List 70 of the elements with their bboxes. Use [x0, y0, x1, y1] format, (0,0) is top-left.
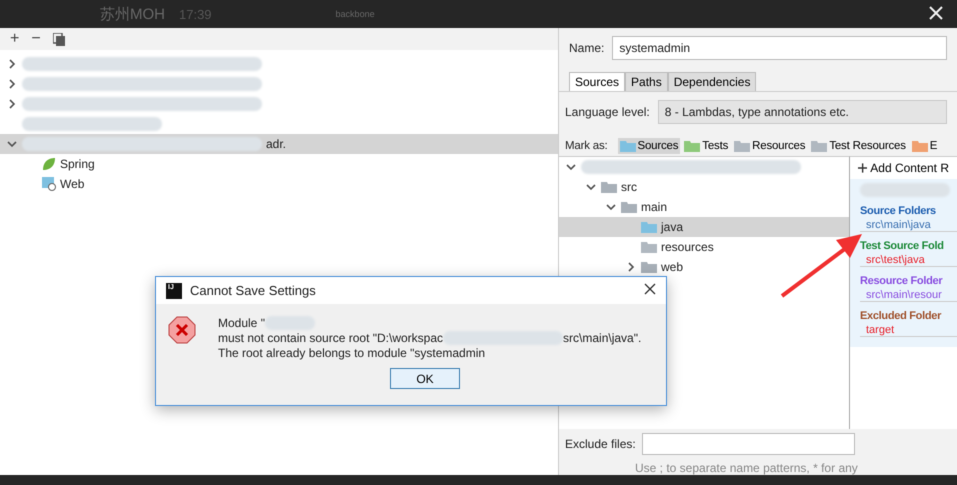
- root-path: src\main\resour: [860, 289, 957, 302]
- tree-row[interactable]: resources: [559, 237, 718, 257]
- exclude-files-label: Exclude files:: [565, 437, 636, 451]
- message-text: The root already belongs to module "systemadmin: [218, 346, 486, 360]
- tree-label: main: [641, 200, 668, 214]
- copy-icon[interactable]: [52, 32, 65, 46]
- root-title: Source Folders: [860, 205, 937, 217]
- add-button[interactable]: +: [10, 30, 20, 48]
- mark-as-label: Mark as:: [565, 140, 608, 152]
- root-path: src\main\java: [860, 219, 957, 232]
- tree-row[interactable]: main: [559, 197, 672, 217]
- add-content-root-button[interactable]: Add Content R: [850, 157, 957, 179]
- tree-label: src: [621, 180, 637, 194]
- root-title: Test Source Fold: [860, 240, 945, 252]
- dialog-title: Cannot Save Settings: [190, 283, 316, 298]
- folder-icon: [811, 140, 828, 152]
- message-text: src\main\java".: [563, 331, 642, 345]
- plus-icon: [858, 163, 868, 173]
- tree-row[interactable]: Spring: [0, 154, 99, 174]
- tree-row[interactable]: Web: [0, 174, 88, 194]
- chevron-down-icon[interactable]: [605, 202, 617, 212]
- leaf-icon: [42, 157, 56, 171]
- tree-label: Spring: [60, 157, 95, 171]
- name-label: Name:: [569, 41, 604, 55]
- tree-row[interactable]: src: [559, 177, 641, 197]
- folder-icon: [684, 140, 700, 152]
- tree-label: web: [661, 260, 684, 274]
- chevron-down-icon[interactable]: [585, 182, 597, 192]
- remove-button[interactable]: −: [31, 30, 41, 48]
- tab[interactable]: Dependencies: [668, 72, 756, 91]
- exclude-files-field[interactable]: [642, 433, 855, 455]
- tree-row[interactable]: adr.: [0, 134, 558, 154]
- folder-icon: [620, 140, 636, 152]
- message-text: must not contain source root "D:\workspac: [218, 331, 444, 345]
- folder-icon: [621, 201, 637, 213]
- mark-as-button[interactable]: Tests: [682, 138, 730, 154]
- chevron-down-icon[interactable]: [6, 139, 18, 149]
- mark-as-button[interactable]: Resources: [732, 138, 808, 154]
- file-label: backbone: [336, 9, 375, 19]
- folder-icon: [641, 261, 657, 273]
- tree-row[interactable]: web: [559, 257, 688, 277]
- tree-row[interactable]: java: [559, 217, 849, 237]
- folder-icon: [641, 241, 657, 253]
- tab[interactable]: Sources: [569, 72, 626, 91]
- root-title: Resource Folder: [860, 275, 944, 287]
- web-icon: [42, 177, 56, 191]
- tree-label: adr.: [266, 137, 286, 151]
- ok-button[interactable]: OK: [390, 368, 460, 389]
- root-path: target: [860, 324, 957, 337]
- language-level-dropdown[interactable]: 8 - Lambdas, type annotations etc.: [658, 100, 947, 124]
- mark-as-button[interactable]: Sources: [618, 138, 680, 154]
- tree-label: resources: [661, 240, 714, 254]
- mark-as-button[interactable]: Test Resources: [809, 138, 908, 154]
- tree-label: Web: [60, 177, 84, 191]
- tree-label: java: [661, 220, 684, 234]
- name-field[interactable]: systemadmin: [612, 36, 947, 60]
- folder-icon: [912, 140, 928, 152]
- chat-name: 苏州MOH: [100, 4, 165, 24]
- folder-icon: [601, 181, 617, 193]
- hint-text: Use ; to separate name patterns, * for any: [634, 460, 859, 475]
- message-text: Module ": [218, 316, 265, 330]
- language-level-label: Language level:: [565, 105, 650, 119]
- error-icon: [168, 316, 196, 344]
- folder-icon: [734, 140, 750, 152]
- root-title: Excluded Folder: [860, 310, 942, 322]
- tab[interactable]: Paths: [625, 72, 668, 91]
- chevron-down-icon[interactable]: [565, 162, 577, 172]
- root-path: src\test\java: [860, 254, 957, 267]
- folder-icon: [641, 221, 657, 233]
- mark-as-button[interactable]: E: [910, 138, 940, 154]
